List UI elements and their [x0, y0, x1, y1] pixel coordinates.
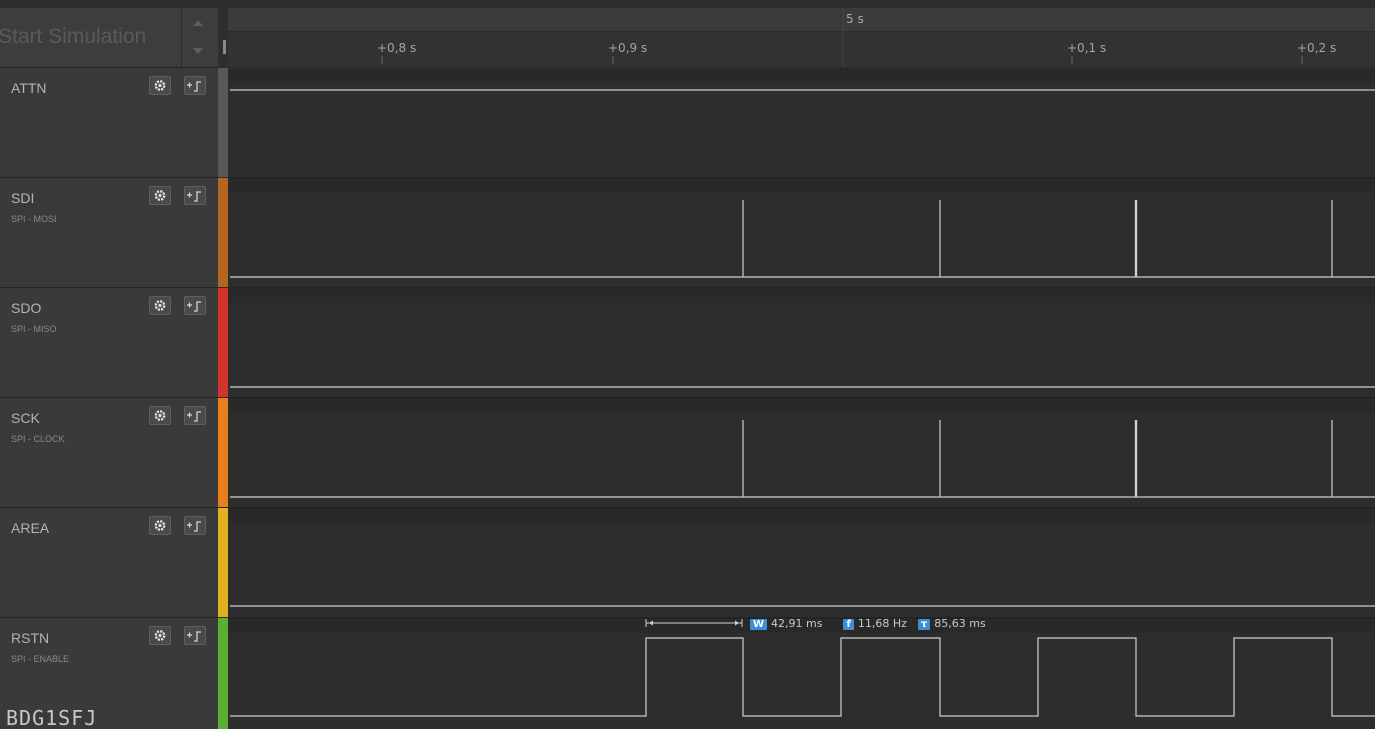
- row-header-strips: [228, 68, 1375, 633]
- row-header-strip: [228, 399, 1375, 413]
- watermark-text: BDG1SFJ: [6, 706, 98, 729]
- width-badge: W: [750, 619, 768, 630]
- row-header-strip: [228, 289, 1375, 303]
- waveform-sdi: [230, 200, 1375, 278]
- row-separators: [228, 177, 1375, 619]
- frequency-value: 11,68 Hz: [857, 617, 907, 630]
- logic-analyzer-window: Start Simulation 5 s +0,8 s +0,9 s +0,1 …: [0, 0, 1375, 729]
- waveform-rstn: [230, 637, 1375, 717]
- waveform-canvas: [228, 8, 1375, 717]
- row-header-strip: [228, 68, 1375, 82]
- width-value: 42,91 ms: [771, 617, 823, 630]
- waveform-sck: [230, 420, 1375, 498]
- row-header-strip: [228, 509, 1375, 523]
- frequency-badge: f: [843, 619, 854, 630]
- period-value: 85,63 ms: [934, 617, 986, 630]
- row-header-strip: [228, 179, 1375, 193]
- period-badge: τ: [917, 619, 931, 630]
- measurement-readout: W 42,91 ms f 11,68 Hz τ 85,63 ms: [750, 617, 986, 630]
